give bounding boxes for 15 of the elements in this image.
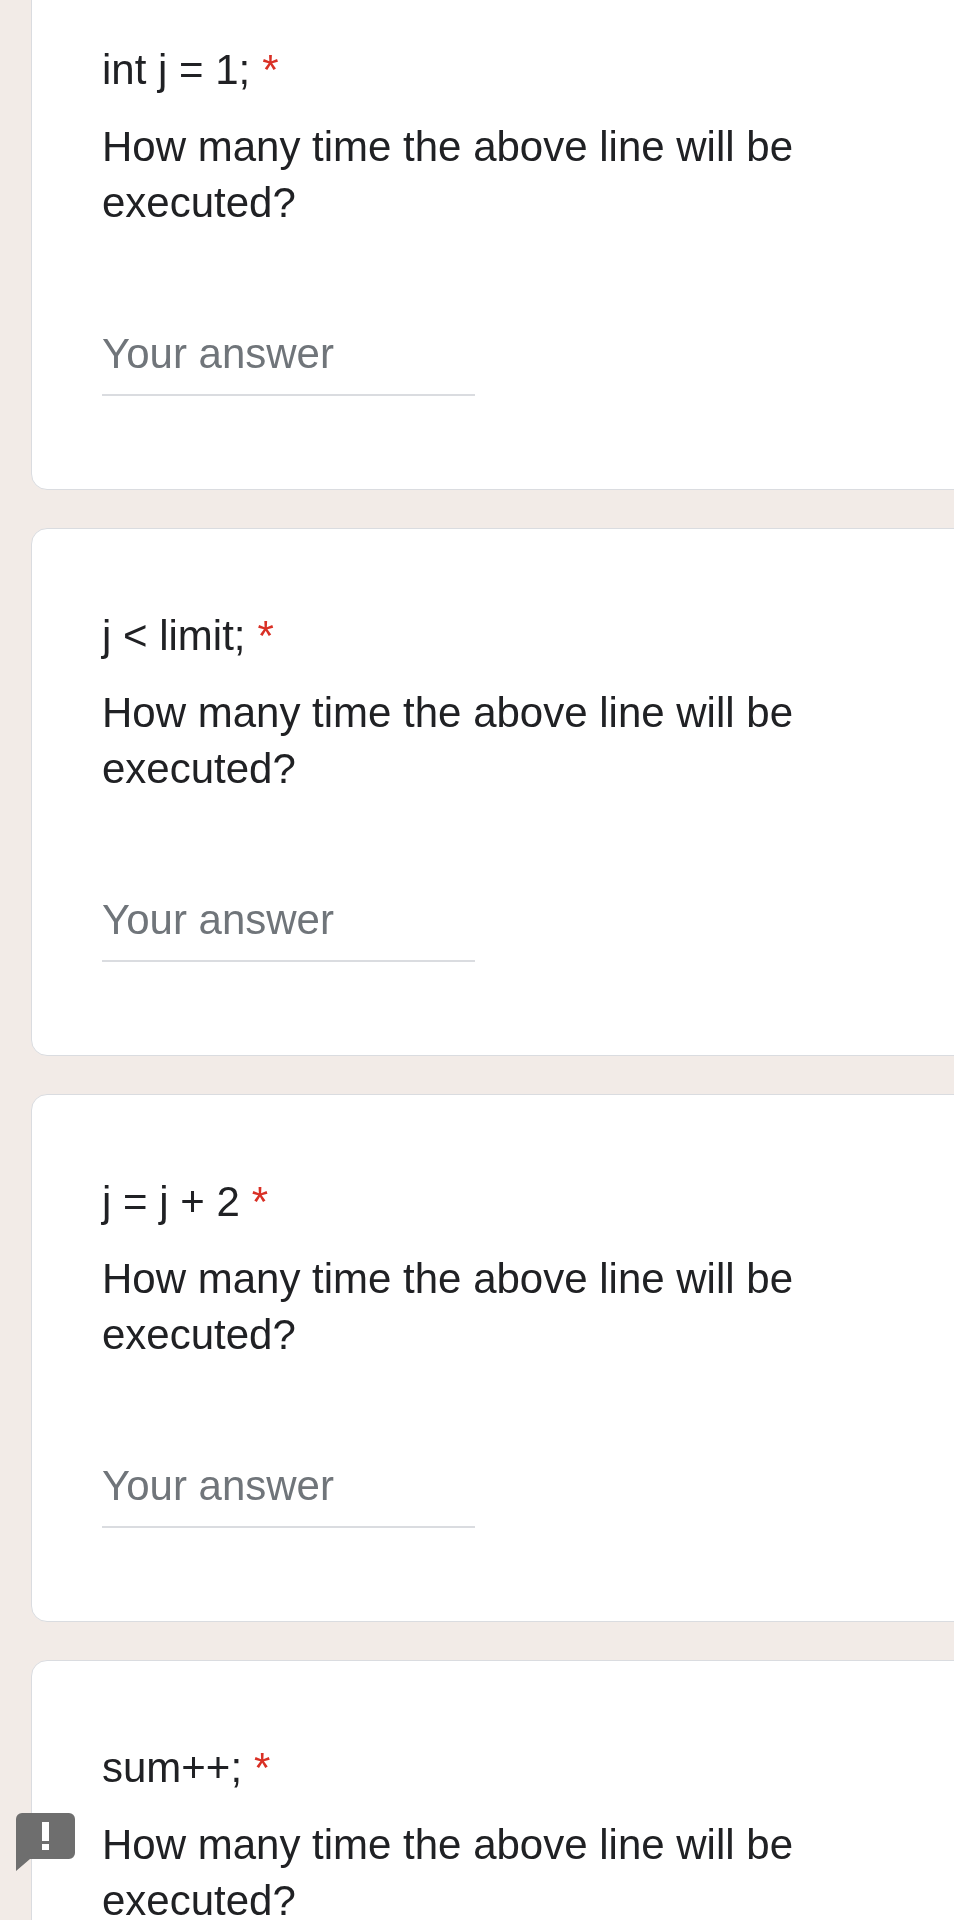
required-mark: * [251, 1177, 269, 1227]
answer-field[interactable]: Your answer [102, 1458, 475, 1528]
question-description: How many time the above line will be executed? [102, 688, 794, 794]
question-title: j < limit; [102, 611, 246, 661]
question-title: int j = 1; [102, 45, 251, 95]
question-description: How many time the above line will be executed? [102, 1820, 794, 1920]
required-mark: * [254, 1743, 271, 1793]
answer-field[interactable]: Your answer [102, 326, 475, 396]
answer-field[interactable]: Your answer [102, 892, 475, 962]
question-description: How many time the above line will be executed? [102, 1254, 794, 1360]
question-title: j = j + 2 [102, 1177, 240, 1227]
required-mark: * [262, 45, 279, 95]
required-mark: * [257, 611, 274, 661]
question-description: How many time the above line will be executed? [102, 122, 794, 228]
question-title: sum++; [102, 1743, 243, 1793]
